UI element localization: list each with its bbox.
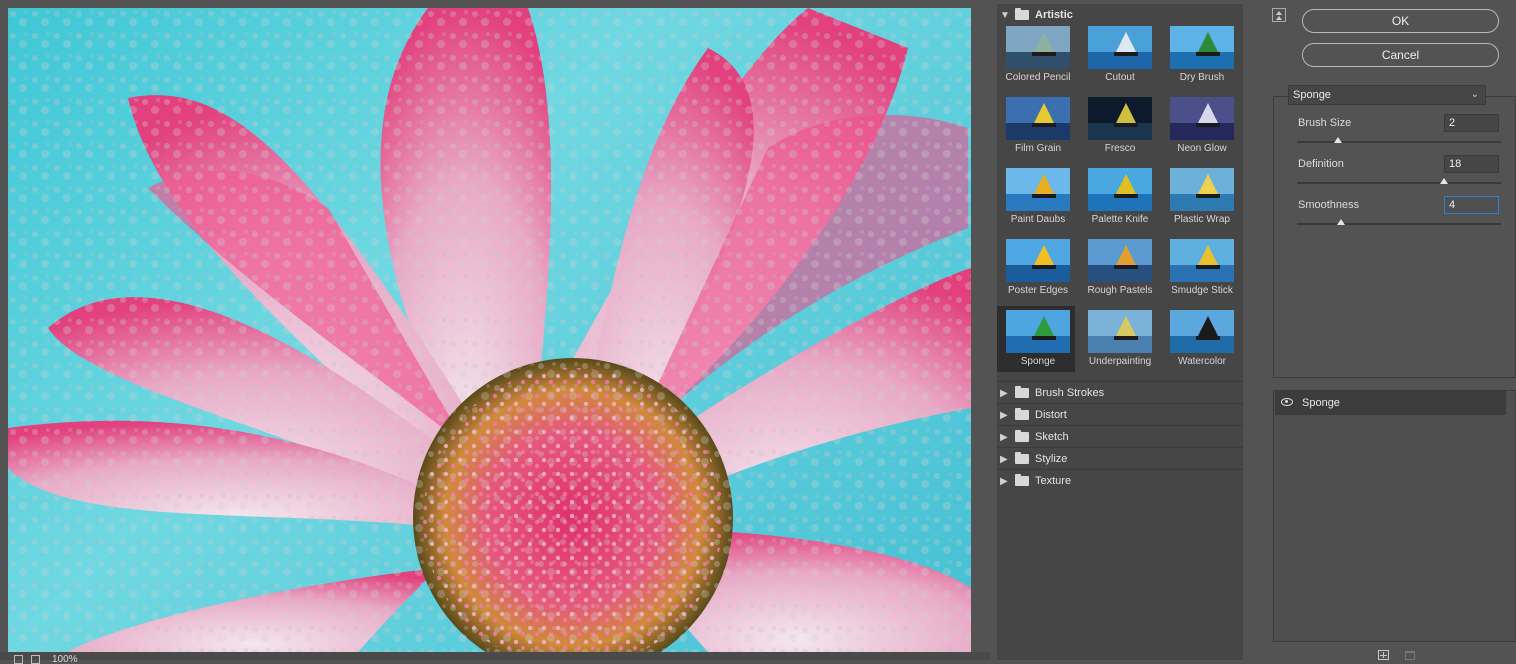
filter-thumbnail-image [1088, 239, 1152, 282]
filter-thumbnail[interactable]: Poster Edges [997, 235, 1075, 301]
param-input-smoothness[interactable]: 4 [1444, 196, 1499, 214]
preview-status-bar [0, 652, 990, 660]
param-slider-thumb[interactable] [1439, 178, 1448, 184]
filter-thumbnail-image [1006, 97, 1070, 140]
folder-icon [1015, 474, 1029, 486]
eye-icon[interactable] [1281, 398, 1293, 406]
param-input-definition[interactable]: 18 [1444, 155, 1499, 173]
filter-thumbnail-label: Palette Knife [1091, 214, 1149, 225]
param-label-smoothness: Smoothness [1298, 199, 1360, 211]
param-slider-thumb[interactable] [1336, 219, 1345, 225]
collapse-gallery-icon[interactable] [1272, 8, 1286, 22]
cancel-button[interactable]: Cancel [1302, 43, 1499, 67]
category-label: Sketch [1035, 431, 1069, 443]
filter-thumbnail-image [1170, 168, 1234, 211]
filter-thumbnail[interactable]: Cutout [1079, 22, 1157, 88]
effect-layers-panel [1273, 390, 1516, 642]
filter-thumbnail-image [1006, 310, 1070, 353]
param-slider-track[interactable] [1297, 182, 1501, 184]
filter-thumbnail-label: Watercolor [1178, 356, 1226, 367]
category-label: Brush Strokes [1035, 387, 1105, 399]
filter-thumbnail-image [1170, 97, 1234, 140]
filter-thumbnail[interactable]: Film Grain [997, 93, 1075, 159]
new-effect-layer-icon[interactable] [1378, 650, 1389, 660]
preview-image [8, 8, 971, 652]
filter-thumbnail[interactable]: Neon Glow [1161, 93, 1239, 159]
filter-select-value: Sponge [1293, 89, 1331, 101]
category-brush-strokes[interactable]: ▶ Brush Strokes [997, 382, 1243, 404]
filter-thumbnail-image [1088, 97, 1152, 140]
filter-thumbnail[interactable]: Fresco [1079, 93, 1157, 159]
filter-thumbnail-label: Dry Brush [1179, 72, 1225, 83]
folder-icon [1015, 386, 1029, 398]
filter-thumbnail-label: Sponge [1020, 356, 1056, 367]
category-texture[interactable]: ▶ Texture [997, 470, 1243, 492]
ok-button[interactable]: OK [1302, 9, 1499, 33]
effect-layer-name: Sponge [1302, 397, 1340, 409]
delete-effect-layer-icon[interactable] [1405, 651, 1415, 660]
filter-thumbnail-label: Rough Pastels [1087, 285, 1153, 296]
filter-thumbnail-image [1170, 239, 1234, 282]
chevron-right-icon: ▶ [1000, 453, 1008, 465]
filter-thumbnail-image [1170, 26, 1234, 69]
filter-thumbnail[interactable]: Colored Pencil [997, 22, 1075, 88]
folder-icon [1015, 452, 1029, 464]
filter-thumbnail-label: Underpainting [1088, 356, 1152, 367]
filter-thumbnail-label: Colored Pencil [1005, 72, 1071, 83]
filter-settings-panel [1273, 96, 1516, 378]
folder-icon [1015, 8, 1029, 20]
filter-thumbnail[interactable]: Smudge Stick [1161, 235, 1239, 301]
category-label: Stylize [1035, 453, 1068, 465]
filter-thumbnail[interactable]: Watercolor [1161, 306, 1239, 372]
chevron-right-icon: ▶ [1000, 387, 1008, 399]
filter-thumbnail-label: Paint Daubs [1010, 214, 1066, 225]
filter-thumbnail-image [1006, 168, 1070, 211]
chevron-down-icon: ▼ [1000, 9, 1010, 21]
param-slider-track[interactable] [1297, 223, 1501, 225]
folder-icon [1015, 430, 1029, 442]
filter-thumbnail-image [1006, 26, 1070, 69]
filter-gallery[interactable]: ▼ Artistic Colored Pencil Cutout Dry Brush… [997, 4, 1243, 660]
category-label: Texture [1035, 475, 1072, 487]
filter-thumbnail[interactable]: Palette Knife [1079, 164, 1157, 230]
param-slider-thumb[interactable] [1333, 137, 1342, 143]
filter-thumbnail-image [1006, 239, 1070, 282]
param-input-brush-size[interactable]: 2 [1444, 114, 1499, 132]
category-label: Distort [1035, 409, 1067, 421]
param-label-definition: Definition [1298, 158, 1344, 170]
filter-thumbnail-image [1088, 310, 1152, 353]
filter-thumbnail-label: Smudge Stick [1171, 285, 1233, 296]
category-distort[interactable]: ▶ Distort [997, 404, 1243, 426]
filter-thumbnail-label: Poster Edges [1007, 285, 1069, 296]
filter-thumbnail-label: Neon Glow [1177, 143, 1227, 154]
category-sketch[interactable]: ▶ Sketch [997, 426, 1243, 448]
filter-thumbnail-image [1088, 168, 1152, 211]
filter-thumbnail-label: Fresco [1104, 143, 1136, 154]
category-label: Artistic [1035, 9, 1073, 21]
filter-select-dropdown[interactable]: Sponge ⌄ [1288, 85, 1486, 105]
zoom-level[interactable]: 100% [52, 654, 114, 664]
filter-thumbnail[interactable]: Dry Brush [1161, 22, 1239, 88]
chevron-right-icon: ▶ [1000, 475, 1008, 487]
chevron-right-icon: ▶ [1000, 409, 1008, 421]
param-label-brush-size: Brush Size [1298, 117, 1352, 129]
filter-preview-canvas[interactable] [8, 8, 971, 652]
folder-icon [1015, 408, 1029, 420]
filter-thumbnail-label: Plastic Wrap [1174, 214, 1230, 225]
filter-thumbnail-image [1170, 310, 1234, 353]
filter-thumbnail[interactable]: Sponge [997, 306, 1075, 372]
filter-thumbnail-image [1088, 26, 1152, 69]
filter-thumbnail[interactable]: Rough Pastels [1079, 235, 1157, 301]
chevron-down-icon: ⌄ [1470, 89, 1479, 100]
param-slider-track[interactable] [1297, 141, 1501, 143]
category-stylize[interactable]: ▶ Stylize [997, 448, 1243, 470]
filter-thumbnail[interactable]: Underpainting [1079, 306, 1157, 372]
filter-thumbnail[interactable]: Plastic Wrap [1161, 164, 1239, 230]
filter-thumbnail-label: Film Grain [1014, 143, 1062, 154]
chevron-right-icon: ▶ [1000, 431, 1008, 443]
filter-thumbnail-label: Cutout [1105, 72, 1135, 83]
filter-thumbnail[interactable]: Paint Daubs [997, 164, 1075, 230]
